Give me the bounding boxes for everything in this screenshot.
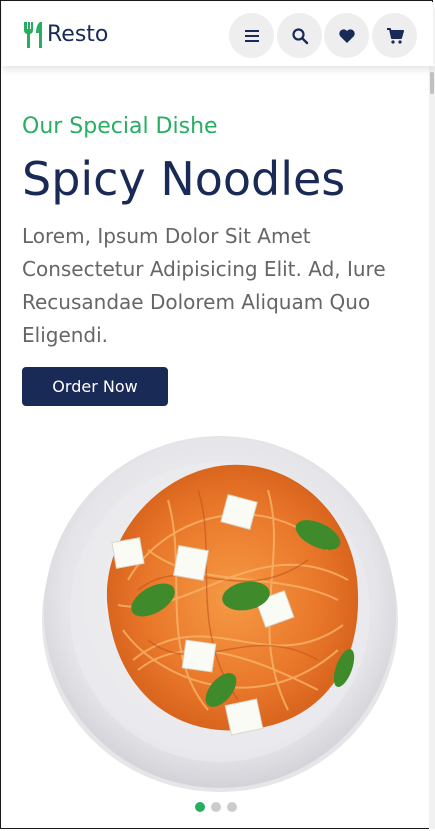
hero-title: Spicy Noodles	[22, 152, 346, 206]
logo[interactable]: Resto	[22, 20, 108, 50]
search-icon	[291, 27, 308, 44]
scrollbar[interactable]	[429, 66, 435, 829]
order-now-button[interactable]: Order Now	[22, 367, 168, 406]
cart-button[interactable]	[372, 13, 417, 58]
scrollbar-thumb[interactable]	[430, 72, 434, 94]
logo-text: Resto	[47, 22, 109, 47]
search-button[interactable]	[277, 13, 322, 58]
favorites-button[interactable]	[324, 13, 369, 58]
hero-subtitle: Our Special Dishe	[22, 114, 218, 139]
menu-icon	[244, 29, 259, 42]
heart-icon	[338, 28, 355, 43]
spicy-noodles-image	[42, 436, 398, 792]
carousel-dots	[195, 802, 237, 812]
menu-button[interactable]	[229, 13, 274, 58]
carousel-dot-3[interactable]	[227, 802, 237, 812]
hero-description: Lorem, Ipsum Dolor Sit Amet Consectetur …	[22, 224, 386, 347]
header: Resto	[2, 2, 433, 66]
cart-icon	[386, 27, 404, 44]
utensils-icon	[23, 22, 42, 48]
carousel-dot-2[interactable]	[211, 802, 221, 812]
carousel-dot-1[interactable]	[195, 802, 205, 812]
